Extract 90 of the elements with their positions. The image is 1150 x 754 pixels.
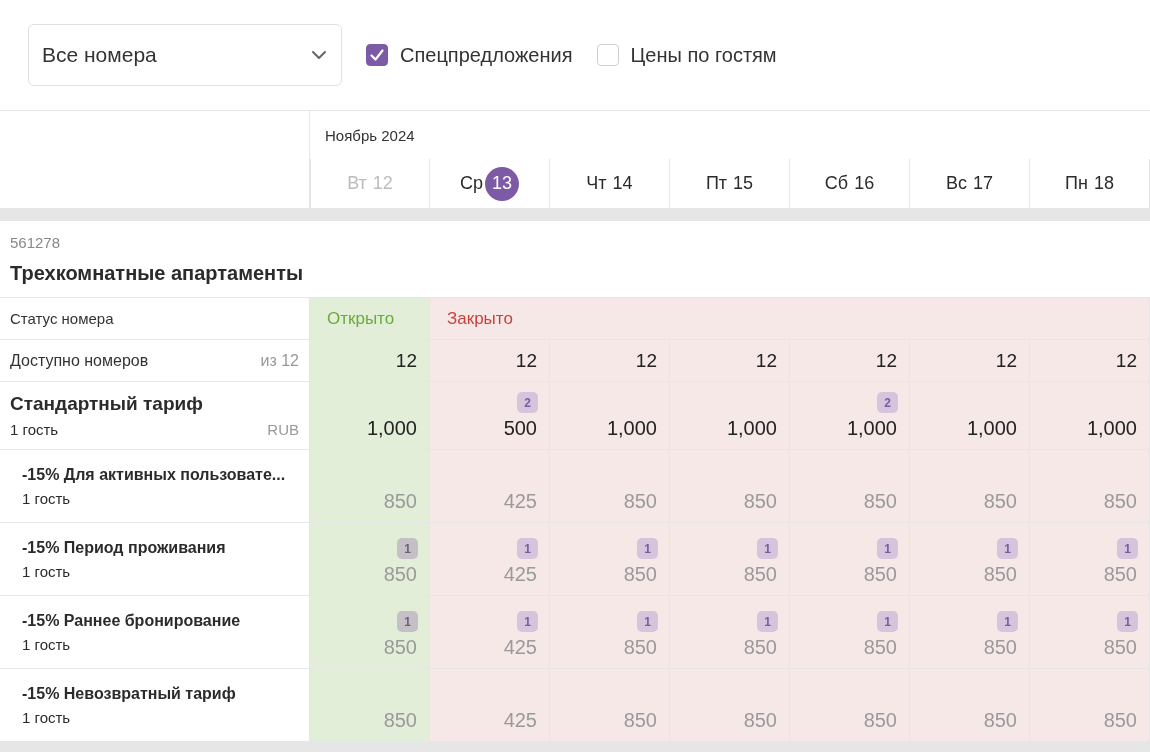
rate-name: Стандартный тариф bbox=[10, 393, 204, 415]
count-badge: 1 bbox=[397, 611, 418, 632]
room-name: Трехкомнатные апартаменты bbox=[10, 262, 305, 285]
month-label: Ноябрь 2024 bbox=[325, 126, 415, 144]
availability-value: 12 bbox=[635, 349, 657, 372]
guest-count: 1 гость bbox=[10, 421, 59, 438]
count-badge: 1 bbox=[397, 538, 418, 559]
day-header: Пн 18 bbox=[1065, 173, 1114, 194]
checkbox-label: Цены по гостям bbox=[630, 43, 777, 67]
price-value: 850 bbox=[983, 709, 1017, 732]
count-badge: 1 bbox=[877, 611, 898, 632]
price-value: 850 bbox=[623, 636, 657, 659]
count-badge: 1 bbox=[637, 611, 658, 632]
checkbox[interactable] bbox=[366, 44, 388, 66]
count-badge: 1 bbox=[517, 611, 538, 632]
room-filter-dropdown[interactable]: Все номера bbox=[28, 24, 342, 86]
count-badge: 1 bbox=[517, 538, 538, 559]
price-value: 850 bbox=[983, 563, 1017, 586]
day-header: Сб 16 bbox=[824, 173, 875, 194]
price-value: 1,000 bbox=[966, 417, 1017, 440]
guest-count: 1 гость bbox=[22, 708, 71, 726]
price-value: 850 bbox=[623, 490, 657, 513]
checkbox-label: Спецпредложения bbox=[400, 43, 573, 67]
price-value: 850 bbox=[863, 709, 897, 732]
room-id: 561278 bbox=[10, 234, 62, 251]
count-badge: 2 bbox=[517, 392, 538, 413]
count-badge: 1 bbox=[997, 611, 1018, 632]
guest-count: 1 гость bbox=[22, 489, 71, 507]
price-value: 850 bbox=[743, 563, 777, 586]
price-value: 500 bbox=[503, 417, 537, 440]
price-value: 850 bbox=[1103, 563, 1137, 586]
price-value: 850 bbox=[383, 709, 417, 732]
row-label: Доступно номеров bbox=[10, 351, 149, 370]
price-value: 425 bbox=[503, 709, 537, 732]
currency-label: RUB bbox=[267, 421, 299, 438]
count-badge: 1 bbox=[757, 611, 778, 632]
price-value: 425 bbox=[503, 563, 537, 586]
rate-name: -15% Для активных пользовате... bbox=[22, 465, 287, 484]
price-value: 850 bbox=[863, 490, 897, 513]
price-value: 850 bbox=[1103, 636, 1137, 659]
price-value: 425 bbox=[503, 636, 537, 659]
rate-name: -15% Раннее бронирование bbox=[22, 611, 242, 630]
availability-value: 12 bbox=[995, 349, 1017, 372]
price-value: 850 bbox=[743, 709, 777, 732]
availability-value: 12 bbox=[875, 349, 897, 372]
price-value: 425 bbox=[503, 490, 537, 513]
count-badge: 1 bbox=[877, 538, 898, 559]
price-value: 850 bbox=[983, 490, 1017, 513]
chevron-down-icon bbox=[311, 50, 327, 60]
check-icon bbox=[370, 49, 384, 61]
price-value: 850 bbox=[383, 490, 417, 513]
day-header: Чт 14 bbox=[586, 173, 633, 194]
day-header: Пт 15 bbox=[705, 173, 754, 194]
availability-value: 12 bbox=[515, 349, 537, 372]
price-value: 850 bbox=[743, 490, 777, 513]
availability-value: 12 bbox=[755, 349, 777, 372]
status-cell: Открыто bbox=[310, 298, 430, 340]
rate-name: -15% Период проживания bbox=[22, 538, 227, 557]
rate-name: -15% Невозвратный тариф bbox=[22, 684, 237, 703]
price-value: 850 bbox=[863, 636, 897, 659]
price-value: 850 bbox=[863, 563, 897, 586]
price-value: 1,000 bbox=[726, 417, 777, 440]
price-value: 1,000 bbox=[846, 417, 897, 440]
price-value: 1,000 bbox=[1086, 417, 1137, 440]
price-value: 850 bbox=[623, 709, 657, 732]
count-badge: 1 bbox=[637, 538, 658, 559]
guest-count: 1 гость bbox=[22, 562, 71, 580]
price-value: 850 bbox=[383, 636, 417, 659]
availability-value: 12 bbox=[1115, 349, 1137, 372]
day-header: Вт 12 bbox=[347, 173, 393, 194]
count-badge: 1 bbox=[1117, 611, 1138, 632]
status-cell: Закрыто bbox=[430, 298, 1150, 340]
price-value: 1,000 bbox=[366, 417, 417, 440]
price-value: 850 bbox=[983, 636, 1017, 659]
price-value: 850 bbox=[623, 563, 657, 586]
price-value: 850 bbox=[743, 636, 777, 659]
day-header: Вс 17 bbox=[945, 173, 993, 194]
day-header: Ср 13 bbox=[460, 166, 519, 201]
count-badge: 1 bbox=[997, 538, 1018, 559]
count-badge: 2 bbox=[877, 392, 898, 413]
price-value: 850 bbox=[383, 563, 417, 586]
count-badge: 1 bbox=[1117, 538, 1138, 559]
price-value: 850 bbox=[1103, 709, 1137, 732]
row-label: Статус номера bbox=[10, 310, 114, 327]
availability-value: 12 bbox=[395, 349, 417, 372]
guest-count: 1 гость bbox=[22, 635, 71, 653]
count-badge: 1 bbox=[757, 538, 778, 559]
price-value: 1,000 bbox=[606, 417, 657, 440]
price-value: 850 bbox=[1103, 490, 1137, 513]
total-count: из 12 bbox=[260, 351, 299, 370]
